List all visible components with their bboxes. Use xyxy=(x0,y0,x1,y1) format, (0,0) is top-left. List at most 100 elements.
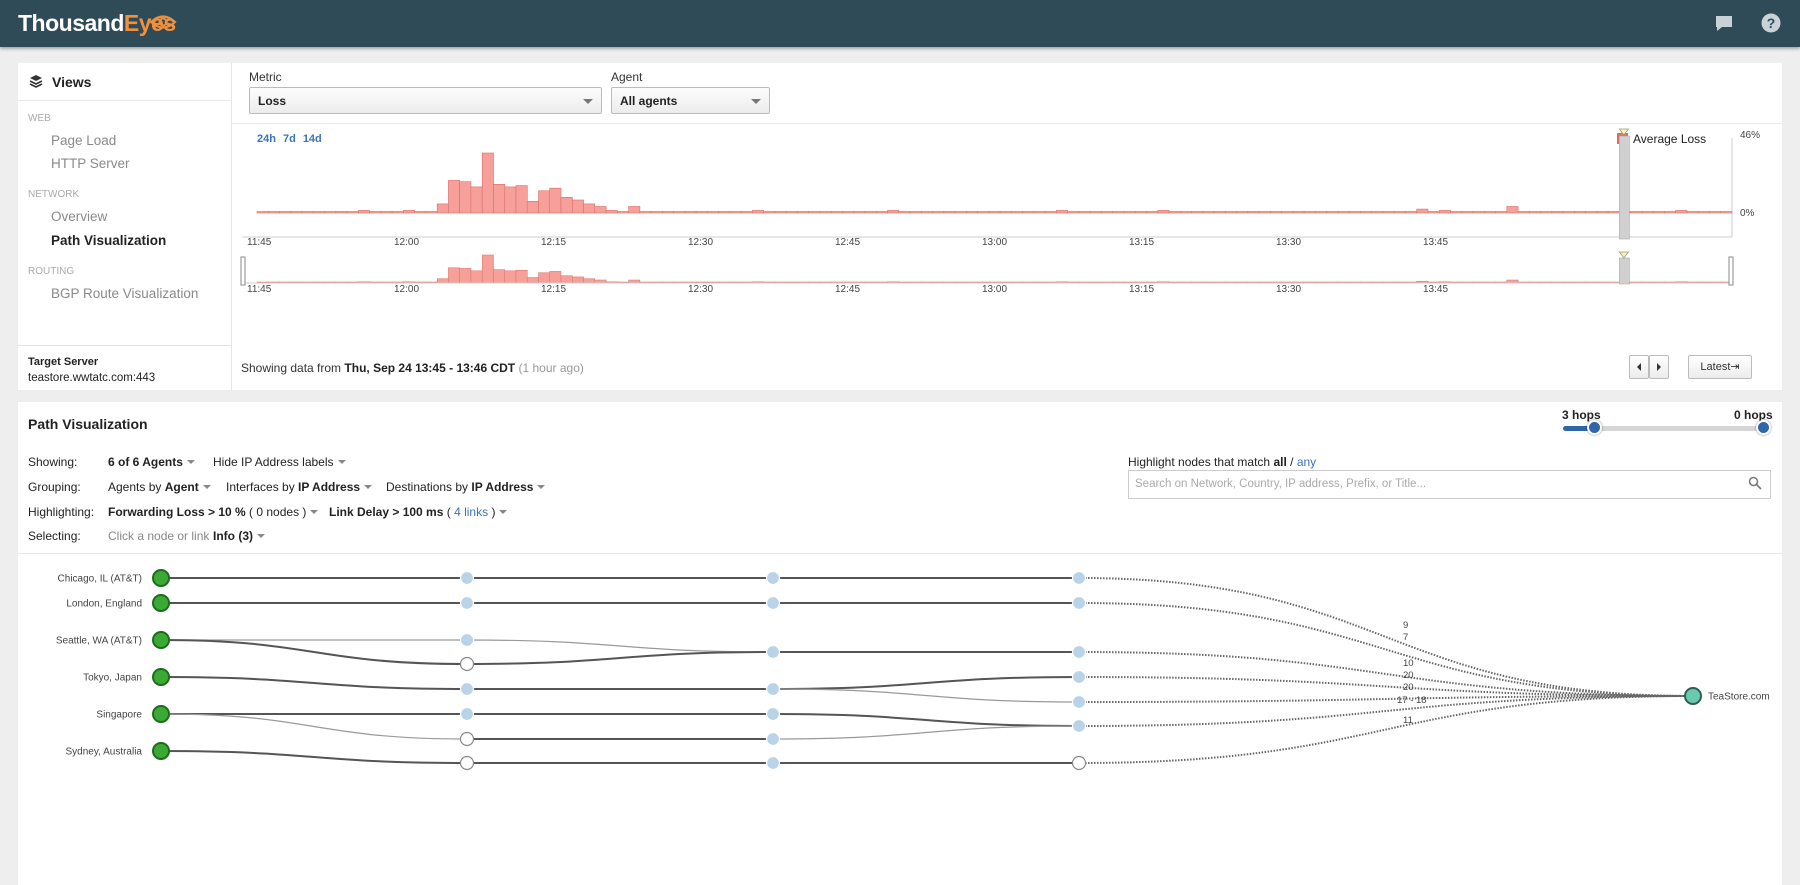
loss-bar[interactable] xyxy=(1551,211,1564,214)
hop-node[interactable] xyxy=(459,570,475,586)
loss-bar[interactable] xyxy=(1202,211,1215,214)
link-delay-label[interactable]: 20 xyxy=(1403,670,1414,681)
loss-bar[interactable] xyxy=(1337,211,1350,214)
hop-node[interactable] xyxy=(765,731,781,747)
loss-bar[interactable] xyxy=(1697,211,1710,214)
loss-bar[interactable] xyxy=(369,211,382,214)
hop-node[interactable] xyxy=(1071,644,1087,660)
loss-bar[interactable] xyxy=(954,211,967,214)
path-link[interactable] xyxy=(772,713,1080,727)
overview-right-handle[interactable] xyxy=(1728,256,1734,286)
destination-link[interactable] xyxy=(1078,695,1694,727)
hop-node[interactable] xyxy=(1071,694,1087,710)
loss-bar[interactable] xyxy=(414,211,427,214)
loss-bar[interactable] xyxy=(1675,210,1688,214)
loss-bar[interactable] xyxy=(1101,211,1114,214)
agent-label[interactable]: Tokyo, Japan xyxy=(83,673,142,684)
loss-bar[interactable] xyxy=(380,211,393,214)
path-link[interactable] xyxy=(466,639,774,653)
agent-node[interactable] xyxy=(152,742,170,760)
nav-item-bgp-route-visualization[interactable]: BGP Route Visualization xyxy=(51,286,198,301)
loss-bar[interactable] xyxy=(1720,211,1733,214)
hop-node[interactable] xyxy=(459,595,475,611)
agent-label[interactable]: Singapore xyxy=(96,710,142,721)
loss-bar[interactable] xyxy=(290,211,303,214)
loss-bar[interactable] xyxy=(526,201,539,214)
loss-bar[interactable] xyxy=(628,206,641,214)
loss-bar[interactable] xyxy=(763,211,776,214)
loss-bar[interactable] xyxy=(1281,211,1294,214)
loss-bar[interactable] xyxy=(661,211,674,214)
path-link[interactable] xyxy=(160,676,468,690)
agent-node[interactable] xyxy=(152,631,170,649)
loss-bar[interactable] xyxy=(909,211,922,214)
loss-bar[interactable] xyxy=(605,210,618,214)
loss-bar[interactable] xyxy=(391,211,404,214)
loss-bar[interactable] xyxy=(1585,211,1598,214)
loss-bar[interactable] xyxy=(898,211,911,214)
hide-ip-labels-dropdown[interactable]: Hide IP Address labels xyxy=(213,455,346,469)
loss-bar[interactable] xyxy=(1506,206,1519,214)
path-link[interactable] xyxy=(160,750,468,764)
loss-bar[interactable] xyxy=(977,211,990,214)
loss-bar[interactable] xyxy=(481,152,494,214)
loss-bar[interactable] xyxy=(1157,210,1170,214)
loss-bar[interactable] xyxy=(920,211,933,214)
loss-bar[interactable] xyxy=(1247,211,1260,214)
loss-bar[interactable] xyxy=(403,210,415,214)
loss-bar[interactable] xyxy=(1562,211,1575,214)
loss-bar[interactable] xyxy=(887,210,900,214)
loss-bar[interactable] xyxy=(830,211,843,214)
loss-bar[interactable] xyxy=(875,211,888,214)
loss-bar[interactable] xyxy=(1652,211,1665,214)
path-link[interactable] xyxy=(772,676,1080,690)
loss-bar[interactable] xyxy=(785,211,798,214)
loss-bar[interactable] xyxy=(448,180,460,214)
loss-bar[interactable] xyxy=(538,190,551,214)
loss-bar[interactable] xyxy=(740,211,753,214)
agent-label[interactable]: Seattle, WA (AT&T) xyxy=(56,636,142,647)
hop-node[interactable] xyxy=(765,755,781,771)
link-delay-label[interactable]: 9 xyxy=(1403,620,1408,631)
loss-bar[interactable] xyxy=(752,210,765,214)
loss-bar[interactable] xyxy=(279,211,292,214)
loss-bar[interactable] xyxy=(594,206,607,214)
unknown-hop-node[interactable] xyxy=(1071,755,1087,771)
hop-node[interactable] xyxy=(1071,669,1087,685)
highlight-all-option[interactable]: all xyxy=(1273,455,1286,469)
loss-bar[interactable] xyxy=(808,211,821,214)
loss-bar[interactable] xyxy=(616,211,629,214)
loss-bar[interactable] xyxy=(1416,208,1429,214)
destination-link[interactable] xyxy=(1078,695,1694,764)
loss-bar[interactable] xyxy=(673,211,686,214)
loss-bar[interactable] xyxy=(943,211,956,214)
group-interfaces-dropdown[interactable]: Interfaces by IP Address xyxy=(226,480,373,494)
loss-bar[interactable] xyxy=(1033,211,1046,214)
loss-bar[interactable] xyxy=(256,211,269,214)
loss-bar[interactable] xyxy=(1439,210,1451,214)
loss-bar[interactable] xyxy=(1382,211,1395,214)
loss-bar[interactable] xyxy=(1405,211,1418,214)
loss-bar[interactable] xyxy=(999,211,1012,214)
link-delay-label[interactable]: 7 xyxy=(1403,632,1408,643)
link-delay-label[interactable]: 10 xyxy=(1403,658,1414,669)
loss-bar[interactable] xyxy=(1179,211,1192,214)
hop-node[interactable] xyxy=(765,681,781,697)
nav-item-overview[interactable]: Overview xyxy=(51,209,107,224)
loss-bar[interactable] xyxy=(583,203,596,214)
selecting-info-dropdown[interactable]: Info (3) xyxy=(213,529,265,543)
loss-bar[interactable] xyxy=(1450,211,1463,214)
hops-slider-left-handle[interactable] xyxy=(1587,420,1602,435)
hop-node[interactable] xyxy=(1071,595,1087,611)
loss-bar[interactable] xyxy=(358,210,370,214)
loss-bar[interactable] xyxy=(515,185,528,214)
loss-bar[interactable] xyxy=(1067,211,1080,214)
hop-node[interactable] xyxy=(765,644,781,660)
path-graph[interactable]: 9710202017 - 1811Chicago, IL (AT&T)Londo… xyxy=(18,554,1782,884)
agent-label[interactable]: Sydney, Australia xyxy=(65,747,142,758)
loss-bar[interactable] xyxy=(1540,211,1553,214)
loss-bar[interactable] xyxy=(819,211,832,214)
next-button[interactable] xyxy=(1649,355,1669,379)
previous-button[interactable] xyxy=(1629,355,1649,379)
agent-node[interactable] xyxy=(152,705,170,723)
